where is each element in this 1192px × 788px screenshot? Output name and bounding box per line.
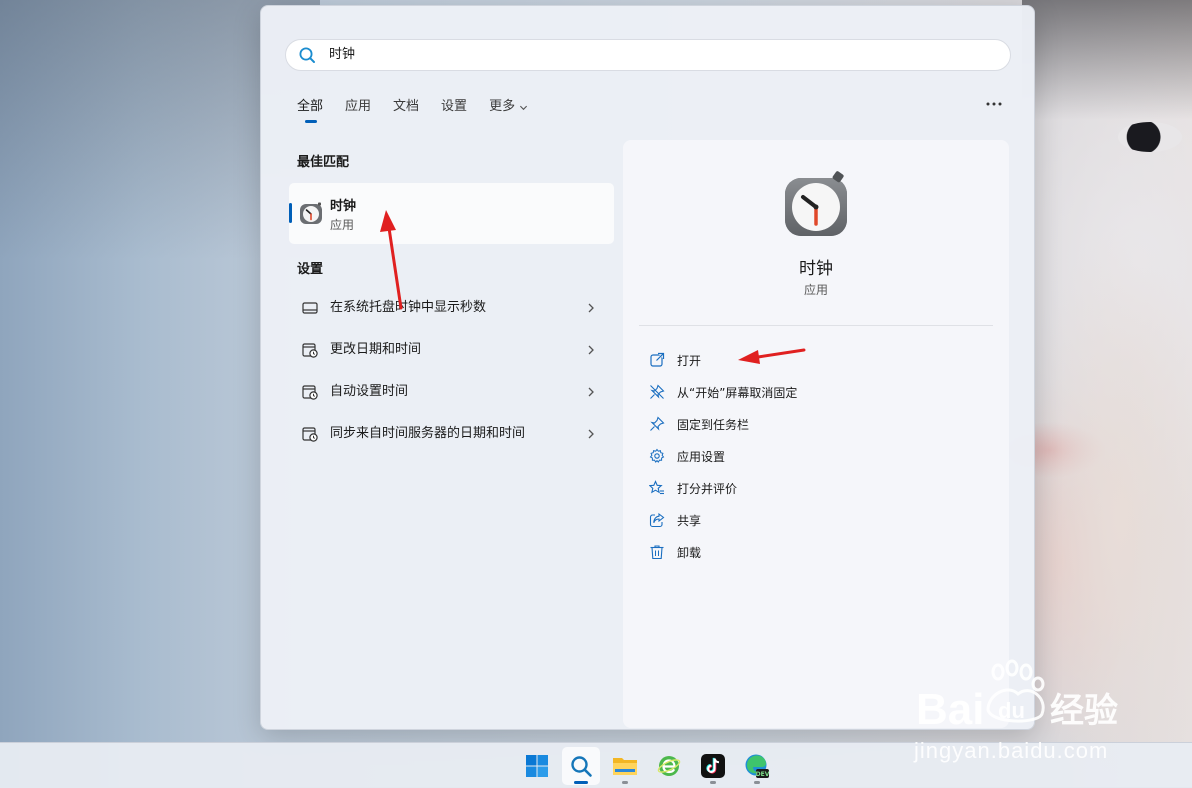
svg-text:DEV: DEV (756, 771, 770, 778)
taskbar-edge-dev[interactable]: DEV (738, 747, 776, 785)
running-indicator (622, 781, 628, 784)
setting-item-sync-time-server[interactable]: 同步来自时间服务器的日期和时间 (289, 414, 614, 454)
date-time-icon (302, 343, 318, 358)
taskbar-browser[interactable] (650, 747, 688, 785)
pin-icon (650, 416, 665, 431)
setting-item-label: 同步来自时间服务器的日期和时间 (330, 426, 526, 441)
taskbar-icon (302, 302, 318, 314)
chevron-down-icon (520, 105, 528, 110)
running-indicator (710, 781, 716, 784)
chevron-right-icon (588, 387, 594, 397)
settings-heading: 设置 (297, 262, 324, 277)
running-indicator (754, 781, 760, 784)
action-pin-taskbar[interactable]: 固定到任务栏 (649, 412, 749, 436)
best-match-heading: 最佳匹配 (297, 155, 350, 170)
windows-start-icon (526, 755, 548, 777)
clock-app-icon (300, 202, 322, 224)
action-app-settings[interactable]: 应用设置 (649, 444, 725, 468)
taskbar-start-button[interactable] (518, 747, 556, 785)
tab-documents[interactable]: 文档 (393, 92, 419, 122)
selection-indicator (289, 203, 292, 223)
tab-all[interactable]: 全部 (297, 92, 323, 123)
trash-icon (650, 545, 664, 560)
best-match-name: 时钟 (330, 199, 357, 214)
search-icon (299, 47, 315, 63)
taskbar-file-explorer[interactable] (606, 747, 644, 785)
detail-app-type: 应用 (803, 283, 828, 297)
setting-item-label: 更改日期和时间 (330, 342, 422, 357)
action-unpin-start[interactable]: 从“开始”屏幕取消固定 (649, 380, 797, 404)
baidu-logo-icon: Bai du 经验 (916, 659, 1118, 734)
action-open[interactable]: 打开 (649, 348, 701, 372)
baidu-jingyan-watermark: Bai du 经验 jingyan.baidu.com (912, 658, 1182, 768)
taskbar-search-button[interactable] (562, 747, 600, 785)
svg-text:Bai: Bai (916, 685, 984, 734)
open-external-icon (650, 352, 665, 367)
app-detail-pane: 时钟 应用 打开 从“开始”屏幕取消固定 固定到任务栏 应用设置 打分并评价 共… (623, 140, 1009, 728)
svg-text:du: du (998, 698, 1025, 723)
search-box[interactable]: 时钟 (285, 39, 1011, 71)
share-icon (649, 512, 665, 528)
unpin-icon (650, 384, 665, 399)
watermark-url: jingyan.baidu.com (914, 738, 1109, 763)
action-uninstall[interactable]: 卸载 (649, 540, 701, 564)
date-time-icon (302, 385, 318, 400)
file-explorer-icon (613, 758, 637, 775)
star-rate-icon (649, 480, 664, 495)
edge-dev-icon: DEV (745, 754, 770, 778)
best-match-item[interactable]: 时钟 应用 (289, 183, 614, 244)
date-time-icon (302, 427, 318, 442)
search-input[interactable]: 时钟 (329, 40, 355, 70)
chevron-right-icon (588, 429, 594, 439)
setting-item-show-seconds[interactable]: 在系统托盘时钟中显示秒数 (289, 288, 614, 328)
svg-text:经验: 经验 (1050, 691, 1118, 731)
setting-item-change-date-time[interactable]: 更改日期和时间 (289, 330, 614, 370)
more-horizontal-icon[interactable] (983, 94, 1005, 114)
clock-app-icon (785, 171, 847, 236)
detail-app-name: 时钟 (799, 259, 833, 279)
search-panel: 时钟 全部 应用 文档 设置 更多 最佳匹配 时钟 应用 设置 在系统托盘时钟中… (260, 5, 1035, 730)
tab-more[interactable]: 更多 (489, 92, 528, 122)
gear-icon (649, 448, 665, 463)
browser-e-icon (657, 756, 681, 776)
tiktok-icon (701, 754, 725, 778)
setting-item-label: 自动设置时间 (330, 384, 409, 399)
action-share[interactable]: 共享 (649, 508, 701, 532)
tab-settings[interactable]: 设置 (441, 92, 467, 122)
running-indicator (574, 781, 588, 784)
setting-item-auto-set-time[interactable]: 自动设置时间 (289, 372, 614, 412)
filter-tabs: 全部 应用 文档 设置 更多 (297, 92, 550, 123)
tab-apps[interactable]: 应用 (345, 92, 371, 122)
setting-item-label: 在系统托盘时钟中显示秒数 (330, 300, 487, 315)
action-rate-review[interactable]: 打分并评价 (649, 476, 737, 500)
taskbar-tiktok[interactable] (694, 747, 732, 785)
search-icon (571, 756, 592, 777)
divider (639, 325, 993, 326)
best-match-type: 应用 (330, 218, 355, 232)
chevron-right-icon (588, 303, 594, 313)
chevron-right-icon (588, 345, 594, 355)
